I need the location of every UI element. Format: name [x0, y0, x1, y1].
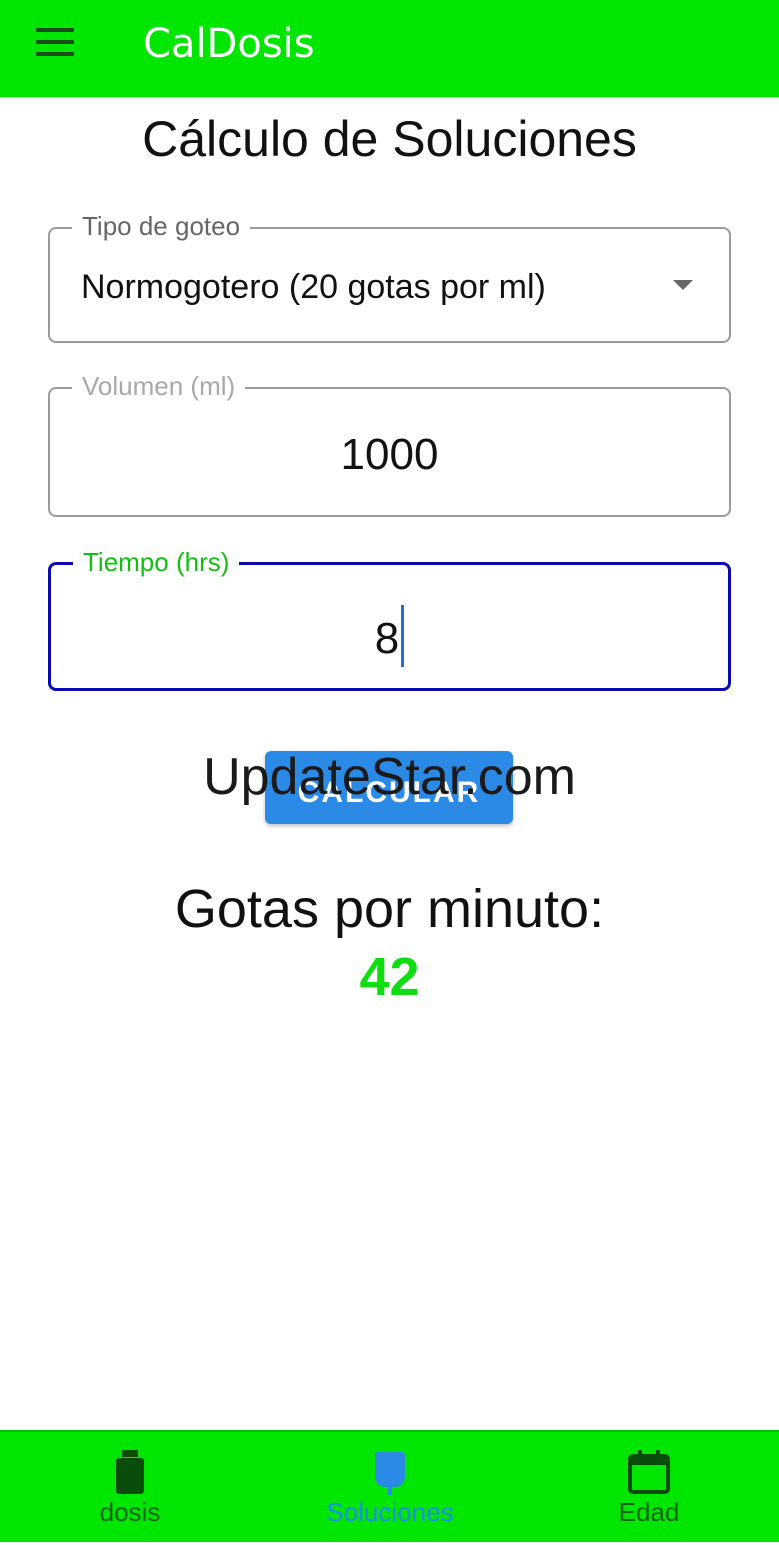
volume-label: Volumen (ml): [72, 369, 246, 403]
app-bar-shadow: [0, 97, 779, 101]
nav-label-soluciones: Soluciones: [326, 1497, 454, 1527]
nav-label-edad: Edad: [618, 1497, 680, 1527]
time-input[interactable]: 8: [51, 605, 728, 667]
volume-input-value[interactable]: 1000: [50, 429, 729, 481]
volume-field[interactable]: Volumen (ml) 1000: [48, 369, 731, 517]
nav-label-dosis: dosis: [99, 1497, 161, 1527]
nav-item-edad[interactable]: Edad: [519, 1432, 779, 1542]
result-value: 42: [359, 947, 420, 1007]
iv-bag-icon: [375, 1452, 405, 1495]
result-label: Gotas por minuto:: [174, 879, 605, 939]
calendar-icon: [628, 1450, 670, 1494]
time-input-value: 8: [374, 614, 400, 663]
bottle-icon: [116, 1450, 144, 1494]
nav-item-soluciones[interactable]: Soluciones: [260, 1432, 520, 1542]
nav-item-dosis[interactable]: dosis: [0, 1432, 260, 1542]
menu-button[interactable]: [22, 14, 88, 70]
time-field[interactable]: Tiempo (hrs) 8: [48, 545, 731, 691]
page-title: Cálculo de Soluciones: [142, 111, 637, 167]
drip-type-select[interactable]: Tipo de goteo Normogotero (20 gotas por …: [48, 209, 731, 343]
drip-type-value: Normogotero (20 gotas por ml): [81, 268, 546, 306]
app-root: CalDosis Cálculo de Soluciones Tipo de g…: [0, 0, 779, 1545]
time-label: Tiempo (hrs): [73, 545, 240, 579]
app-bar: CalDosis: [0, 0, 779, 97]
text-cursor: [401, 605, 405, 667]
app-title: CalDosis: [143, 21, 315, 67]
bottom-navigation: dosis Soluciones Edad: [0, 1430, 779, 1542]
dropdown-arrow-icon: [673, 280, 693, 290]
calculate-button[interactable]: CALCULAR: [265, 751, 513, 824]
hamburger-menu-icon: [36, 28, 74, 56]
drip-type-label: Tipo de goteo: [72, 209, 251, 243]
